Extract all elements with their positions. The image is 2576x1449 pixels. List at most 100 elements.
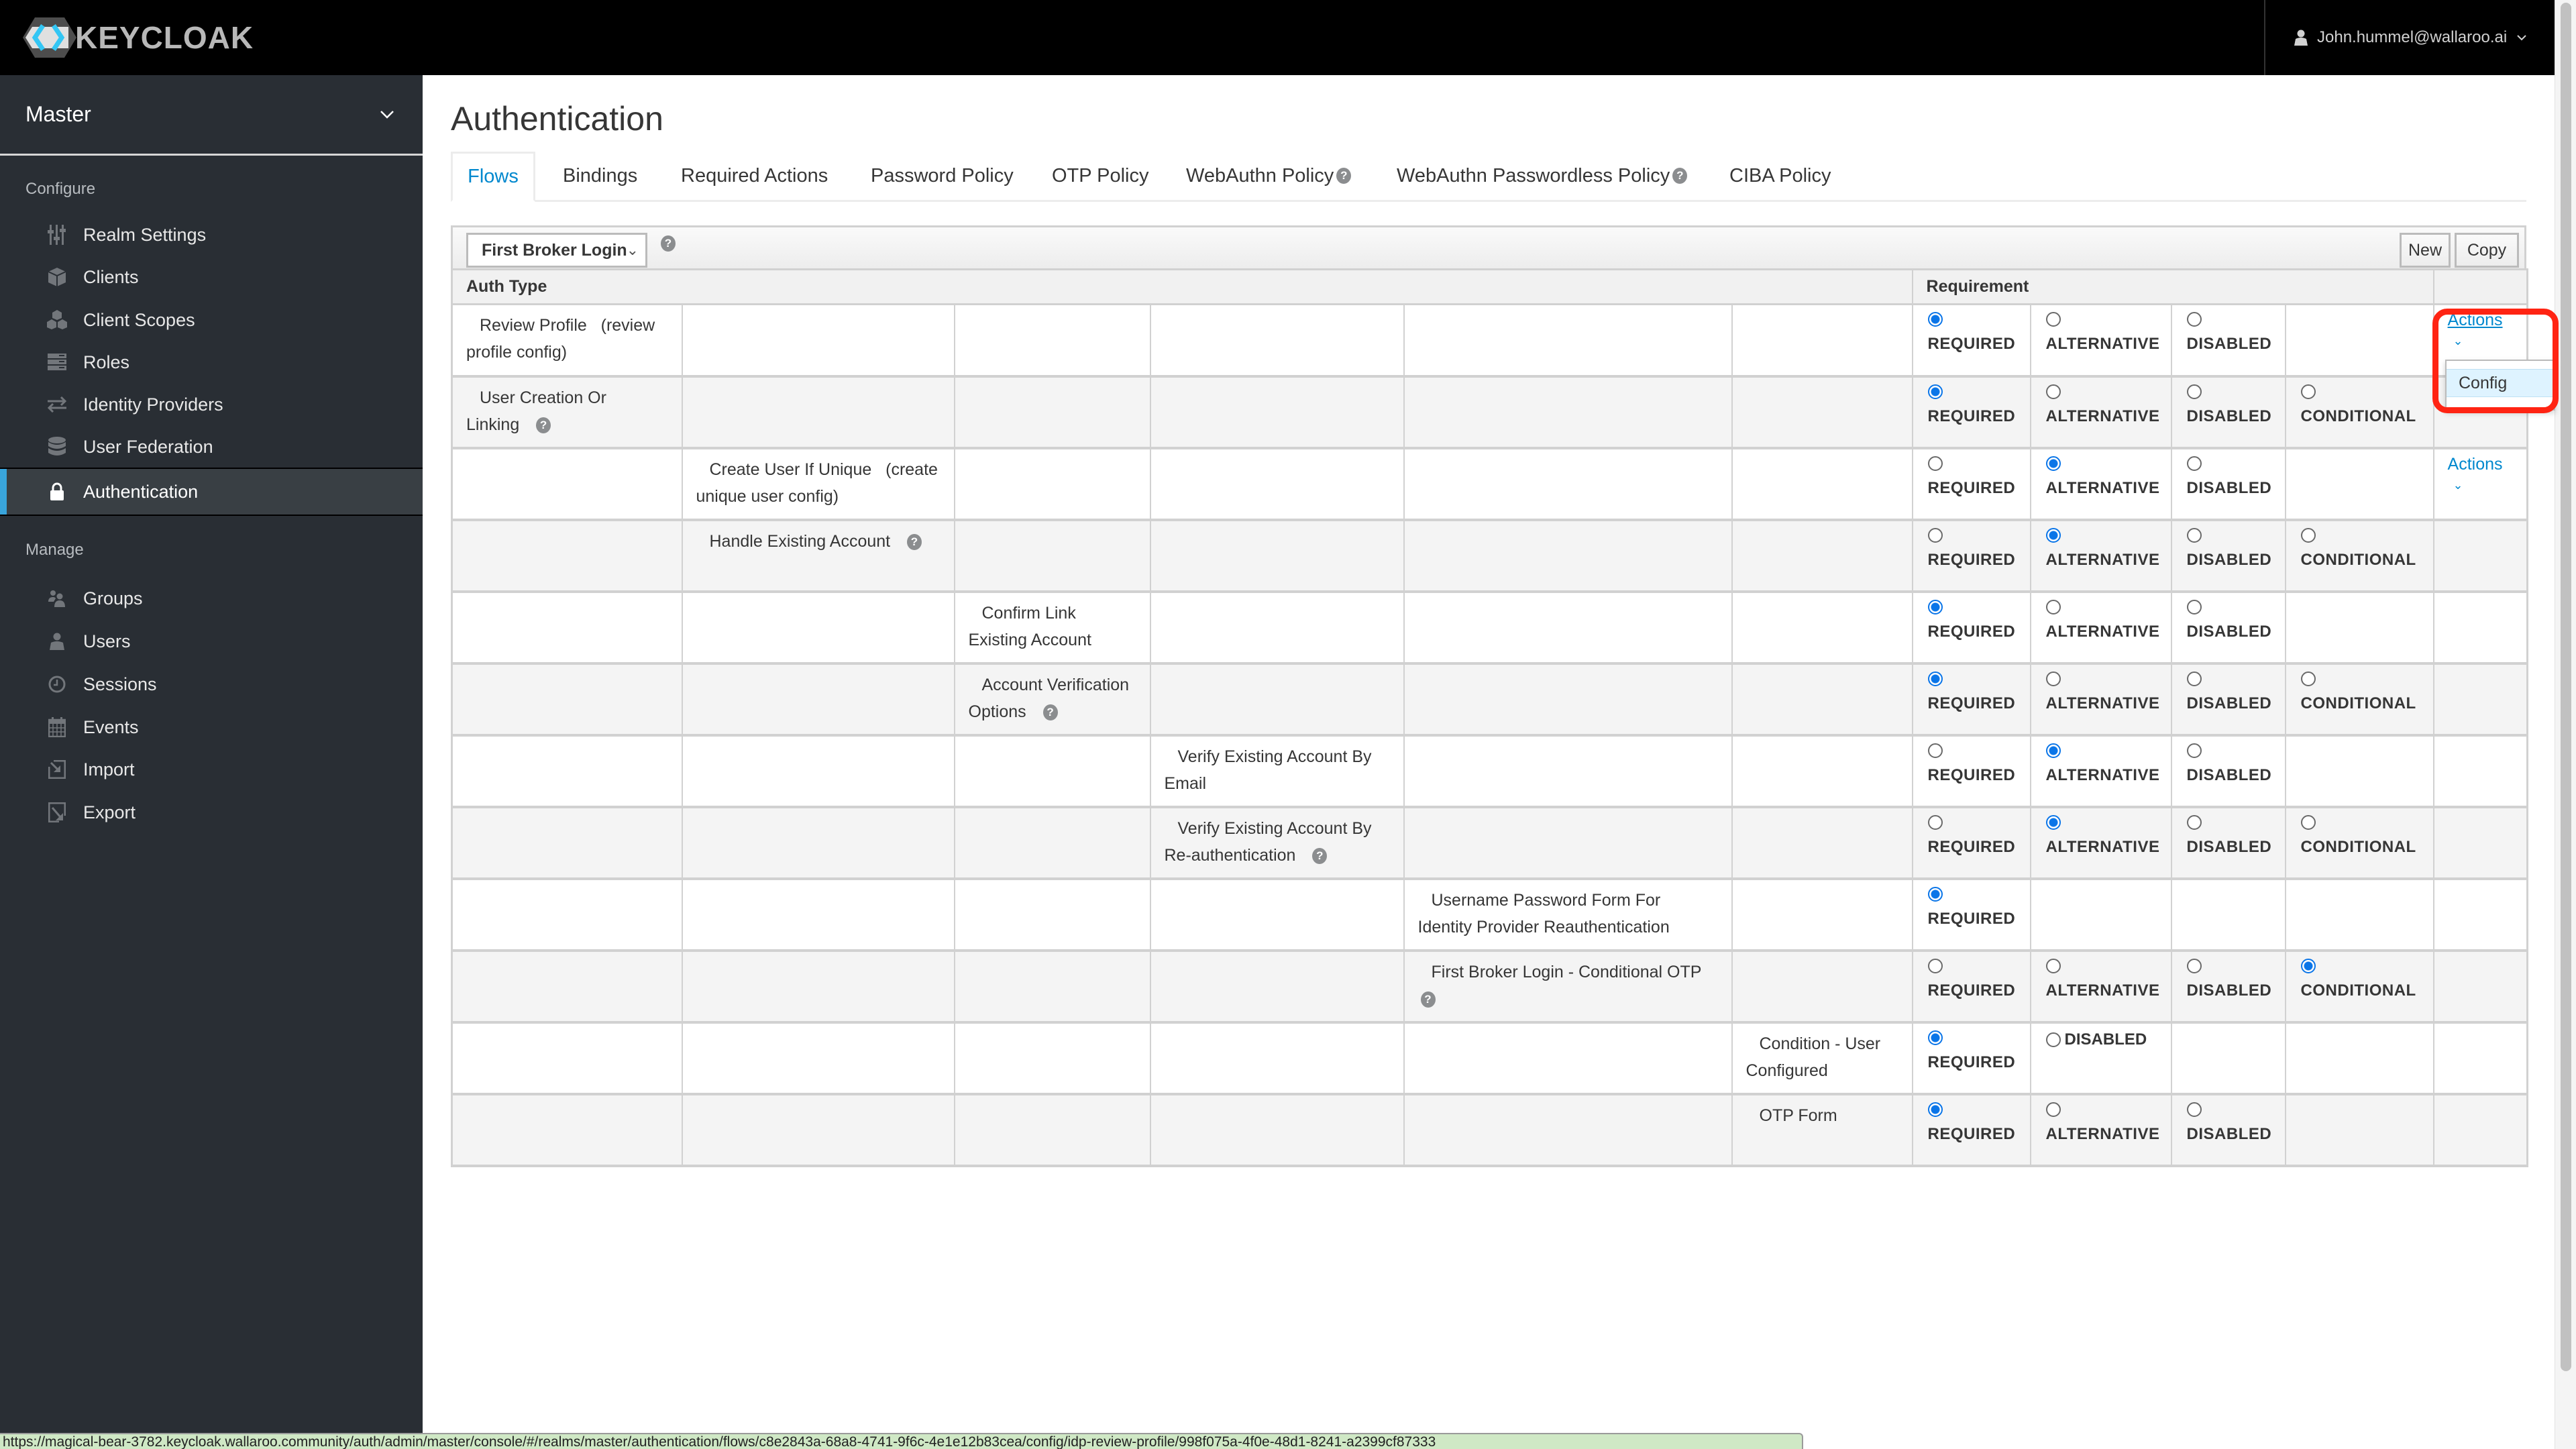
- requirement-radio[interactable]: [1927, 312, 1943, 327]
- user-menu[interactable]: John.hummel@wallaroo.ai: [2294, 0, 2527, 75]
- requirement-radio[interactable]: [2045, 671, 2061, 686]
- help-icon[interactable]: ?: [1312, 847, 1328, 864]
- requirement-radio[interactable]: [2300, 527, 2316, 543]
- requirement-radio[interactable]: [2045, 455, 2061, 471]
- requirement-radio[interactable]: [2300, 958, 2316, 973]
- tab-webauthn-passwordless-policy[interactable]: WebAuthn Passwordless Policy?: [1397, 152, 1688, 200]
- sidebar-item-clients[interactable]: Clients: [0, 256, 423, 298]
- requirement-radio[interactable]: [2186, 1102, 2202, 1117]
- requirement-option-required: REQUIRED: [1911, 519, 2031, 592]
- requirement-radio[interactable]: [1927, 1030, 1943, 1045]
- requirement-radio[interactable]: [2045, 1102, 2061, 1117]
- tab-webauthn-policy[interactable]: WebAuthn Policy?: [1186, 152, 1352, 200]
- empty-indent-cell: [681, 375, 955, 449]
- tab-password-policy[interactable]: Password Policy: [871, 152, 1014, 200]
- requirement-radio[interactable]: [1927, 958, 1943, 973]
- requirement-radio[interactable]: [2045, 958, 2061, 973]
- requirement-radio[interactable]: [2186, 958, 2202, 973]
- tab-ciba-policy[interactable]: CIBA Policy: [1729, 152, 1831, 200]
- requirement-radio[interactable]: [1927, 455, 1943, 471]
- help-icon[interactable]: ?: [1420, 991, 1436, 1008]
- sidebar-item-sessions[interactable]: Sessions: [0, 663, 423, 705]
- tab-label: Required Actions: [681, 164, 828, 186]
- requirement-radio[interactable]: [2045, 599, 2061, 614]
- help-icon[interactable]: ?: [1042, 704, 1058, 720]
- requirement-radio[interactable]: [1927, 599, 1943, 614]
- sidebar-item-label: Users: [83, 631, 131, 651]
- requirement-radio[interactable]: [2045, 312, 2061, 327]
- realm-selector[interactable]: Master: [0, 75, 423, 156]
- keycloak-logo[interactable]: KEYCLOAK: [23, 16, 254, 59]
- requirement-radio[interactable]: [2186, 671, 2202, 686]
- scrollbar-thumb[interactable]: [2561, 3, 2571, 1371]
- help-icon[interactable]: ?: [906, 533, 922, 550]
- page-scrollbar[interactable]: [2555, 0, 2576, 1449]
- requirement-radio[interactable]: [2300, 814, 2316, 830]
- empty-indent-cell: [1731, 590, 1913, 664]
- sidebar-item-import[interactable]: Import: [0, 749, 423, 790]
- requirement-radio[interactable]: [1927, 743, 1943, 758]
- requirement-radio[interactable]: [2300, 671, 2316, 686]
- server-icon: [46, 351, 68, 374]
- sidebar-item-export[interactable]: Export: [0, 792, 423, 833]
- sidebar-item-groups[interactable]: Groups: [0, 578, 423, 619]
- sidebar-item-client-scopes[interactable]: Client Scopes: [0, 299, 423, 341]
- requirement-option-disabled: DISABLED: [2170, 447, 2286, 521]
- sidebar-item-roles[interactable]: Roles: [0, 341, 423, 383]
- requirement-radio[interactable]: [1927, 671, 1943, 686]
- sidebar-item-identity-providers[interactable]: Identity Providers: [0, 384, 423, 425]
- actions-dropdown-toggle[interactable]: Actions: [2448, 455, 2527, 474]
- dropdown-item-config[interactable]: Config: [2447, 369, 2554, 397]
- sidebar-item-user-federation[interactable]: User Federation: [0, 426, 423, 468]
- requirement-radio[interactable]: [2186, 599, 2202, 614]
- help-icon[interactable]: ?: [1336, 168, 1352, 184]
- empty-requirement-cell: [2284, 303, 2434, 377]
- requirement-radio[interactable]: [2186, 527, 2202, 543]
- help-icon[interactable]: ?: [536, 417, 551, 433]
- requirement-radio[interactable]: [2186, 814, 2202, 830]
- requirement-radio[interactable]: [2186, 743, 2202, 758]
- requirement-option-alternative: ALTERNATIVE: [2029, 1093, 2172, 1167]
- requirement-label: ALTERNATIVE: [2045, 765, 2160, 784]
- tab-otp-policy[interactable]: OTP Policy: [1052, 152, 1149, 200]
- tab-flows[interactable]: Flows: [451, 152, 535, 202]
- sidebar-item-users[interactable]: Users: [0, 621, 423, 662]
- requirement-radio[interactable]: [2300, 384, 2316, 399]
- sidebar-item-authentication[interactable]: Authentication: [0, 468, 423, 516]
- new-flow-button[interactable]: New: [2400, 233, 2451, 268]
- empty-indent-cell: [1149, 375, 1405, 449]
- empty-indent-cell: [953, 303, 1151, 377]
- requirement-option-alternative: ALTERNATIVE: [2029, 734, 2172, 808]
- requirement-radio[interactable]: [2045, 814, 2061, 830]
- requirement-radio[interactable]: [2045, 743, 2061, 758]
- requirement-radio[interactable]: [2186, 384, 2202, 399]
- requirement-radio[interactable]: [2186, 312, 2202, 327]
- requirement-radio[interactable]: [2186, 455, 2202, 471]
- actions-cell: [2432, 1093, 2528, 1167]
- execution-name: OTP Form: [1759, 1106, 1837, 1125]
- chevron-down-icon[interactable]: ⌄: [2453, 478, 2527, 492]
- requirement-label: CONDITIONAL: [2300, 550, 2416, 569]
- help-icon[interactable]: ?: [661, 235, 676, 252]
- chevron-down-icon[interactable]: ⌄: [2453, 334, 2527, 348]
- sidebar-item-events[interactable]: Events: [0, 706, 423, 748]
- chevron-down-icon: [380, 110, 394, 119]
- copy-flow-button[interactable]: Copy: [2455, 233, 2519, 268]
- actions-dropdown-toggle[interactable]: Actions: [2448, 311, 2527, 330]
- requirement-radio[interactable]: [1927, 886, 1943, 902]
- tab-bindings[interactable]: Bindings: [563, 152, 637, 200]
- requirement-radio[interactable]: [2045, 1032, 2061, 1047]
- requirement-radio[interactable]: [2045, 527, 2061, 543]
- empty-indent-cell: [681, 590, 955, 664]
- sidebar-item-realm-settings[interactable]: Realm Settings: [0, 214, 423, 256]
- requirement-label: REQUIRED: [1927, 550, 2016, 569]
- requirement-radio[interactable]: [1927, 1102, 1943, 1117]
- requirement-radio[interactable]: [1927, 814, 1943, 830]
- help-icon[interactable]: ?: [1672, 168, 1688, 184]
- tab-required-actions[interactable]: Required Actions: [681, 152, 828, 200]
- requirement-radio[interactable]: [1927, 384, 1943, 399]
- requirement-radio[interactable]: [2045, 384, 2061, 399]
- requirement-radio[interactable]: [1927, 527, 1943, 543]
- requirement-label: ALTERNATIVE: [2045, 622, 2160, 641]
- flow-select[interactable]: First Broker Login ⌄: [466, 233, 647, 268]
